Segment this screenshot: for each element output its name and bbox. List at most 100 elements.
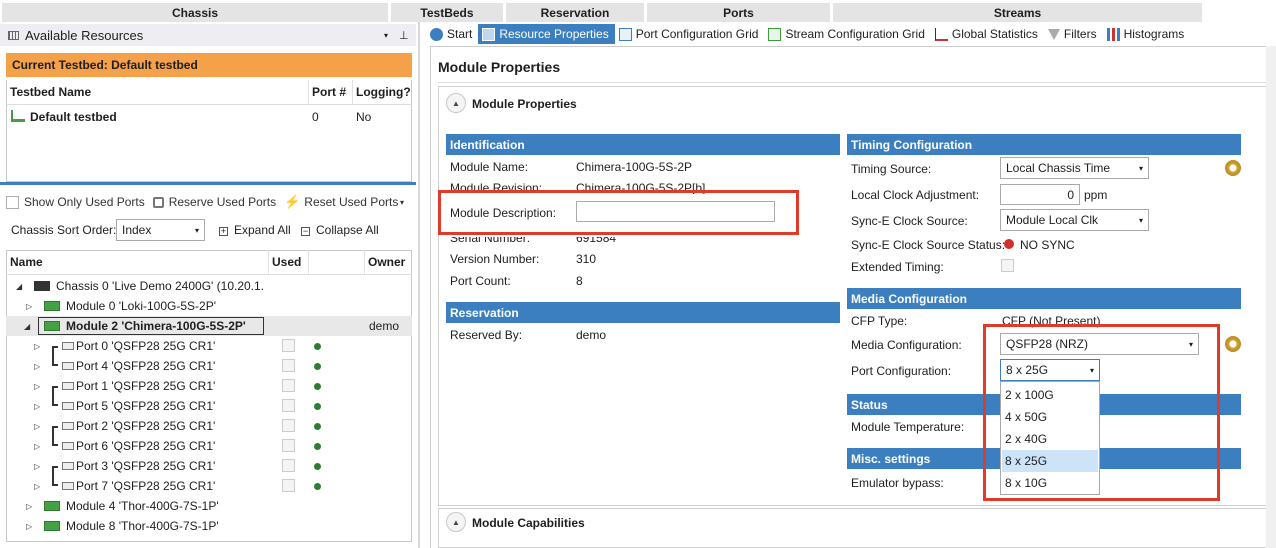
tab-stream-config-grid[interactable]: Stream Configuration Grid (764, 24, 930, 44)
expand-arrow-icon[interactable]: ▷ (34, 462, 40, 471)
testbed-icon (11, 110, 25, 122)
grid-icon (8, 30, 19, 40)
expand-all-button[interactable]: + Expand All (219, 223, 291, 237)
col-testbed-name[interactable]: Testbed Name (6, 80, 308, 104)
panel-divider[interactable] (418, 22, 420, 548)
port-count-label: Port Count: (450, 274, 511, 288)
capabilities-title: Module Capabilities (472, 516, 585, 530)
synce-source-value: Module Local Clk (1006, 213, 1099, 227)
gear-icon[interactable] (1225, 160, 1241, 176)
tab-global-statistics[interactable]: Global Statistics (931, 24, 1044, 44)
extended-timing-checkbox[interactable] (1001, 259, 1014, 272)
tab-histograms[interactable]: Histograms (1103, 24, 1191, 44)
histogram-icon (1106, 27, 1120, 41)
nav-chassis[interactable]: Chassis (2, 3, 388, 22)
media-header: Media Configuration (847, 288, 1241, 309)
vertical-scrollbar[interactable] (1266, 46, 1276, 548)
pin-icon[interactable]: ⊥ (399, 29, 409, 42)
tree-row-module-selected[interactable]: ◢ Module 2 'Chimera-100G-5S-2P' demo (6, 316, 412, 336)
emulator-bypass-label: Emulator bypass: (851, 476, 944, 490)
timing-source-select[interactable]: Local Chassis Time ▾ (1000, 157, 1149, 179)
tree-row-port[interactable]: ▷ Port 1 'QSFP28 25G CR1' (6, 376, 412, 406)
synce-source-select[interactable]: Module Local Clk ▾ (1000, 209, 1149, 231)
dropdown-icon[interactable]: ▾ (384, 31, 388, 40)
module-icon (44, 521, 60, 531)
tree-row-module[interactable]: ▷ Module 8 'Thor-400G-7S-1P' (6, 516, 412, 536)
expand-arrow-icon[interactable]: ▷ (34, 482, 40, 491)
tree-row-port[interactable]: ▷ Port 2 'QSFP28 25G CR1' (6, 416, 412, 446)
port-icon (62, 442, 74, 450)
table-row[interactable]: Default testbed 0 No (6, 106, 412, 127)
col-owner[interactable]: Owner (364, 250, 412, 274)
tab-filters[interactable]: Filters (1044, 24, 1103, 44)
status-dot-icon (314, 403, 321, 410)
col-used[interactable]: Used (268, 250, 308, 274)
tree-row-port[interactable]: ▷ Port 6 'QSFP28 25G CR1' (6, 436, 412, 456)
used-checkbox[interactable] (282, 439, 295, 452)
chevron-up-icon: ▲ (452, 98, 460, 108)
annotation-box (983, 324, 1220, 501)
expand-arrow-icon[interactable]: ▷ (26, 502, 32, 511)
reset-used-button[interactable]: Reset Used Ports (304, 195, 398, 209)
module-icon (44, 301, 60, 311)
tree-row-module[interactable]: ▷ Module 4 'Thor-400G-7S-1P' (6, 496, 412, 516)
col-name[interactable]: Name (6, 250, 266, 274)
tree-label: Port 1 'QSFP28 25G CR1' (76, 379, 216, 393)
port-icon (62, 462, 74, 470)
nav-testbeds[interactable]: TestBeds (391, 3, 503, 22)
panel-title: Available Resources (25, 27, 144, 43)
expand-arrow-icon[interactable]: ▷ (34, 402, 40, 411)
expand-arrow-icon[interactable]: ▷ (26, 522, 32, 531)
show-only-used-label[interactable]: Show Only Used Ports (24, 195, 145, 209)
status-dot-icon (314, 383, 321, 390)
used-checkbox[interactable] (282, 479, 295, 492)
sort-order-select[interactable]: Index ▾ (116, 219, 205, 241)
expand-arrow-icon[interactable]: ▷ (26, 302, 32, 311)
expand-arrow-icon[interactable]: ▷ (34, 382, 40, 391)
reserve-used-button[interactable]: Reserve Used Ports (169, 195, 276, 209)
used-checkbox[interactable] (282, 459, 295, 472)
col-port-count[interactable]: Port # (308, 80, 352, 104)
used-checkbox[interactable] (282, 359, 295, 372)
tree-row-port[interactable]: ▷ Port 0 'QSFP28 25G CR1' (6, 336, 412, 366)
collapse-arrow-icon[interactable]: ◢ (24, 322, 30, 331)
used-checkbox[interactable] (282, 399, 295, 412)
expand-arrow-icon[interactable]: ▷ (34, 442, 40, 451)
gear-icon[interactable] (1225, 336, 1241, 352)
used-checkbox[interactable] (282, 419, 295, 432)
tree-row-port[interactable]: ▷ Port 4 'QSFP28 25G CR1' (6, 356, 412, 376)
overflow-icon[interactable]: ▾ (400, 198, 404, 207)
tree-header: Name Used Owner (6, 250, 412, 275)
collapse-arrow-icon[interactable]: ◢ (16, 282, 22, 291)
tab-port-config-grid[interactable]: Port Configuration Grid (615, 24, 765, 44)
tree-label: Module 2 'Chimera-100G-5S-2P' (66, 319, 246, 333)
testbed-logging: No (356, 109, 372, 124)
local-clock-input[interactable]: 0 (1000, 184, 1080, 205)
collapse-all-button[interactable]: − Collapse All (301, 223, 379, 237)
nav-ports[interactable]: Ports (647, 3, 830, 22)
nav-streams[interactable]: Streams (833, 3, 1202, 22)
module-name-value: Chimera-100G-5S-2P (576, 160, 693, 174)
tree-row-port[interactable]: ▷ Port 7 'QSFP28 25G CR1' (6, 476, 412, 496)
tab-start[interactable]: Start (426, 24, 478, 44)
col-logging[interactable]: Logging? (352, 80, 412, 104)
expand-arrow-icon[interactable]: ▷ (34, 362, 40, 371)
used-checkbox[interactable] (282, 339, 295, 352)
collapse-section-button[interactable]: ▲ (446, 93, 466, 113)
expand-arrow-icon[interactable]: ▷ (34, 422, 40, 431)
splitter[interactable] (0, 182, 416, 185)
tree-row-port[interactable]: ▷ Port 5 'QSFP28 25G CR1' (6, 396, 412, 416)
tree-label: Chassis 0 'Live Demo 2400G' (10.20.1.1( (56, 279, 264, 293)
expand-arrow-icon[interactable]: ▷ (34, 342, 40, 351)
used-checkbox[interactable] (282, 379, 295, 392)
tree-label: Port 2 'QSFP28 25G CR1' (76, 419, 216, 433)
show-only-used-checkbox[interactable] (6, 195, 19, 209)
nav-reservation[interactable]: Reservation (506, 3, 644, 22)
tree-row-chassis[interactable]: ◢ Chassis 0 'Live Demo 2400G' (10.20.1.1… (6, 276, 412, 296)
tab-resource-properties[interactable]: Resource Properties (478, 24, 615, 44)
tree-row-module[interactable]: ▷ Module 0 'Loki-100G-5S-2P' (6, 296, 412, 316)
collapse-section-button[interactable]: ▲ (446, 512, 466, 532)
reservation-header: Reservation (446, 302, 840, 323)
grid-icon (618, 27, 632, 41)
tree-row-port[interactable]: ▷ Port 3 'QSFP28 25G CR1' (6, 456, 412, 486)
